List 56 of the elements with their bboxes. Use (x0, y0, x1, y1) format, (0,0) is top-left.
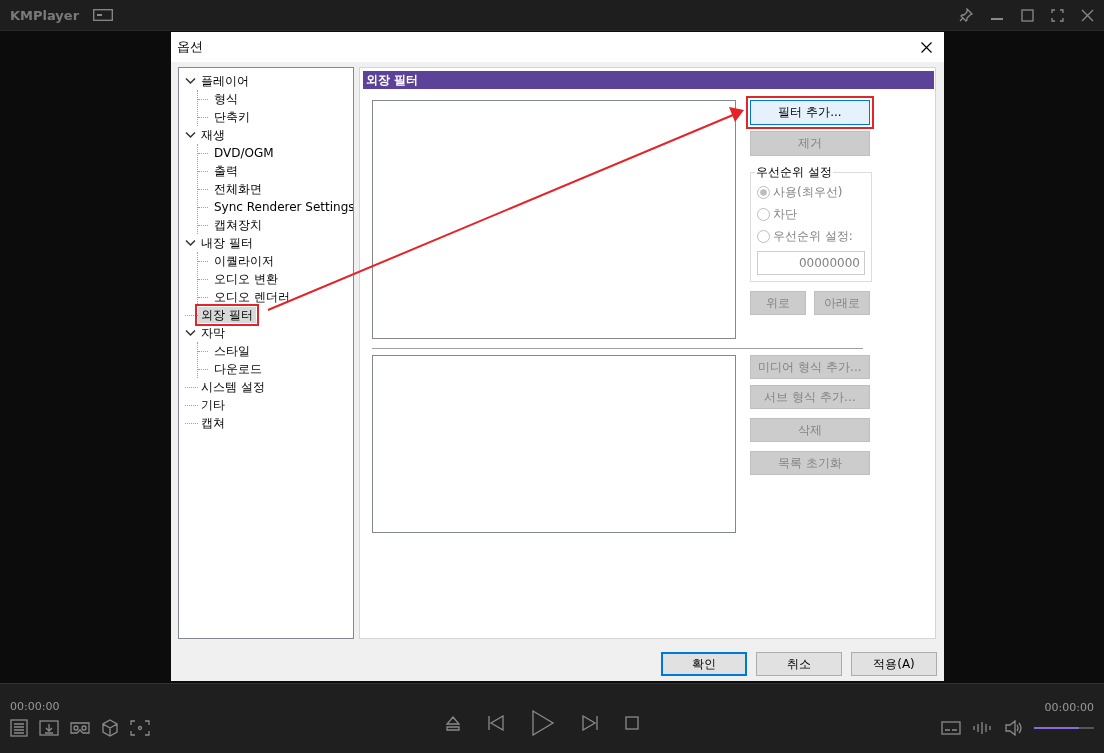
close-icon[interactable] (1081, 8, 1094, 22)
tree-item[interactable]: 재생 (198, 127, 228, 143)
pin-icon[interactable] (959, 8, 973, 22)
tree-item[interactable]: 자막 (198, 325, 228, 341)
tree-item[interactable]: 오디오 렌더러 (211, 289, 293, 305)
tree-item[interactable]: 이퀄라이저 (211, 253, 277, 269)
tree-item[interactable]: 캡쳐장치 (211, 217, 265, 233)
vr-headset-icon[interactable] (70, 721, 90, 735)
tree-item[interactable]: DVD/OGM (211, 145, 277, 161)
tree-item[interactable]: 형식 (211, 91, 241, 107)
radio-label: 우선순위 설정: (773, 227, 853, 245)
stop-icon[interactable] (625, 715, 639, 730)
tree-item[interactable]: 스타일 (211, 343, 253, 359)
equalizer-icon[interactable] (972, 721, 994, 735)
tree-item[interactable]: 단축키 (211, 109, 253, 125)
chevron-down-icon[interactable] (185, 329, 196, 337)
tree-item[interactable]: 내장 필터 (198, 235, 256, 251)
action-button[interactable]: 필터 추가... (750, 100, 870, 125)
dialog-button[interactable]: 확인 (661, 652, 747, 676)
tree-item[interactable]: 다운로드 (211, 361, 265, 377)
tree-item[interactable]: 전체화면 (211, 181, 265, 197)
section-header: 외장 필터 (363, 71, 934, 89)
dialog-button[interactable]: 적용(A) (851, 652, 937, 676)
cube-icon[interactable] (101, 719, 119, 737)
tree-item[interactable]: 외장 필터 (198, 307, 256, 323)
radio-label: 사용(최우선) (773, 183, 843, 201)
mini-mode-icon[interactable] (93, 9, 114, 21)
download-icon[interactable] (39, 720, 59, 736)
list-icon[interactable] (10, 719, 28, 737)
previous-icon[interactable] (487, 714, 505, 731)
tree-item[interactable]: 오디오 변환 (211, 271, 281, 287)
chevron-down-icon[interactable] (185, 131, 196, 139)
play-icon[interactable] (531, 709, 555, 736)
volume-icon[interactable] (1005, 720, 1023, 736)
tree-item[interactable]: 출력 (211, 163, 241, 179)
dialog-button[interactable]: 취소 (756, 652, 842, 676)
total-time: 00:00:00 (1044, 701, 1094, 714)
capture-icon[interactable] (130, 720, 150, 736)
chevron-down-icon[interactable] (185, 77, 196, 85)
elapsed-time: 00:00:00 (10, 700, 61, 713)
next-icon[interactable] (581, 714, 599, 731)
tree-item[interactable]: 기타 (198, 397, 228, 413)
fullscreen-icon[interactable] (1051, 8, 1064, 22)
tree-item[interactable]: 플레이어 (198, 73, 252, 89)
maximize-icon[interactable] (1021, 8, 1034, 22)
chevron-down-icon[interactable] (185, 239, 196, 247)
subtitle-icon[interactable] (941, 721, 961, 735)
radio-label: 차단 (773, 205, 797, 223)
app-title: KMPlayer (10, 7, 80, 23)
dialog-title: 옵션 (177, 38, 203, 56)
filter-list[interactable] (372, 100, 736, 339)
tree-item[interactable]: 시스템 설정 (198, 379, 268, 395)
eject-icon[interactable] (445, 714, 461, 731)
tree-item[interactable]: 캡쳐 (198, 415, 228, 431)
close-icon (921, 41, 932, 53)
group-label: 우선순위 설정 (755, 164, 833, 181)
